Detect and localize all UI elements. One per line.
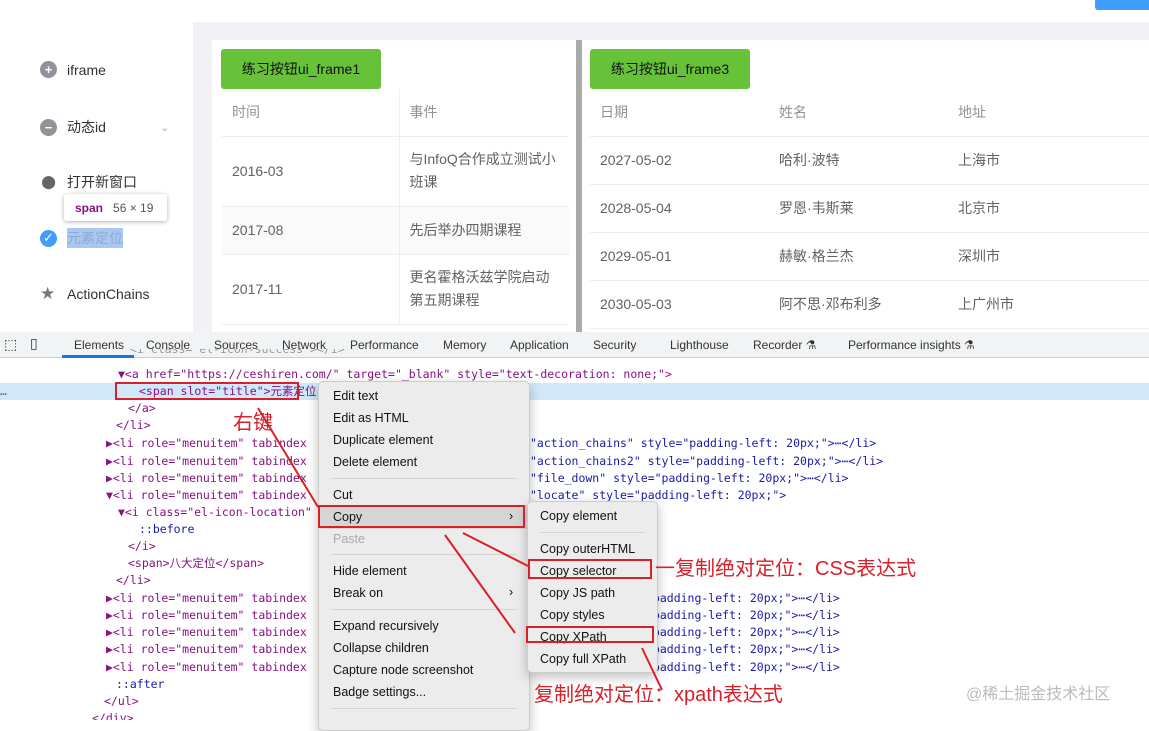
css-annotation: 一复制绝对定位：CSS表达式 (655, 552, 916, 581)
xpath-annotation: 复制绝对定位：xpath表达式 (534, 678, 783, 707)
right-click-annotation: 右键 (233, 406, 273, 435)
watermark: @稀土掘金技术社区 (966, 680, 1110, 704)
annotation-arrows (0, 0, 1149, 720)
arrow-line (463, 533, 528, 566)
arrow-line (445, 535, 515, 633)
